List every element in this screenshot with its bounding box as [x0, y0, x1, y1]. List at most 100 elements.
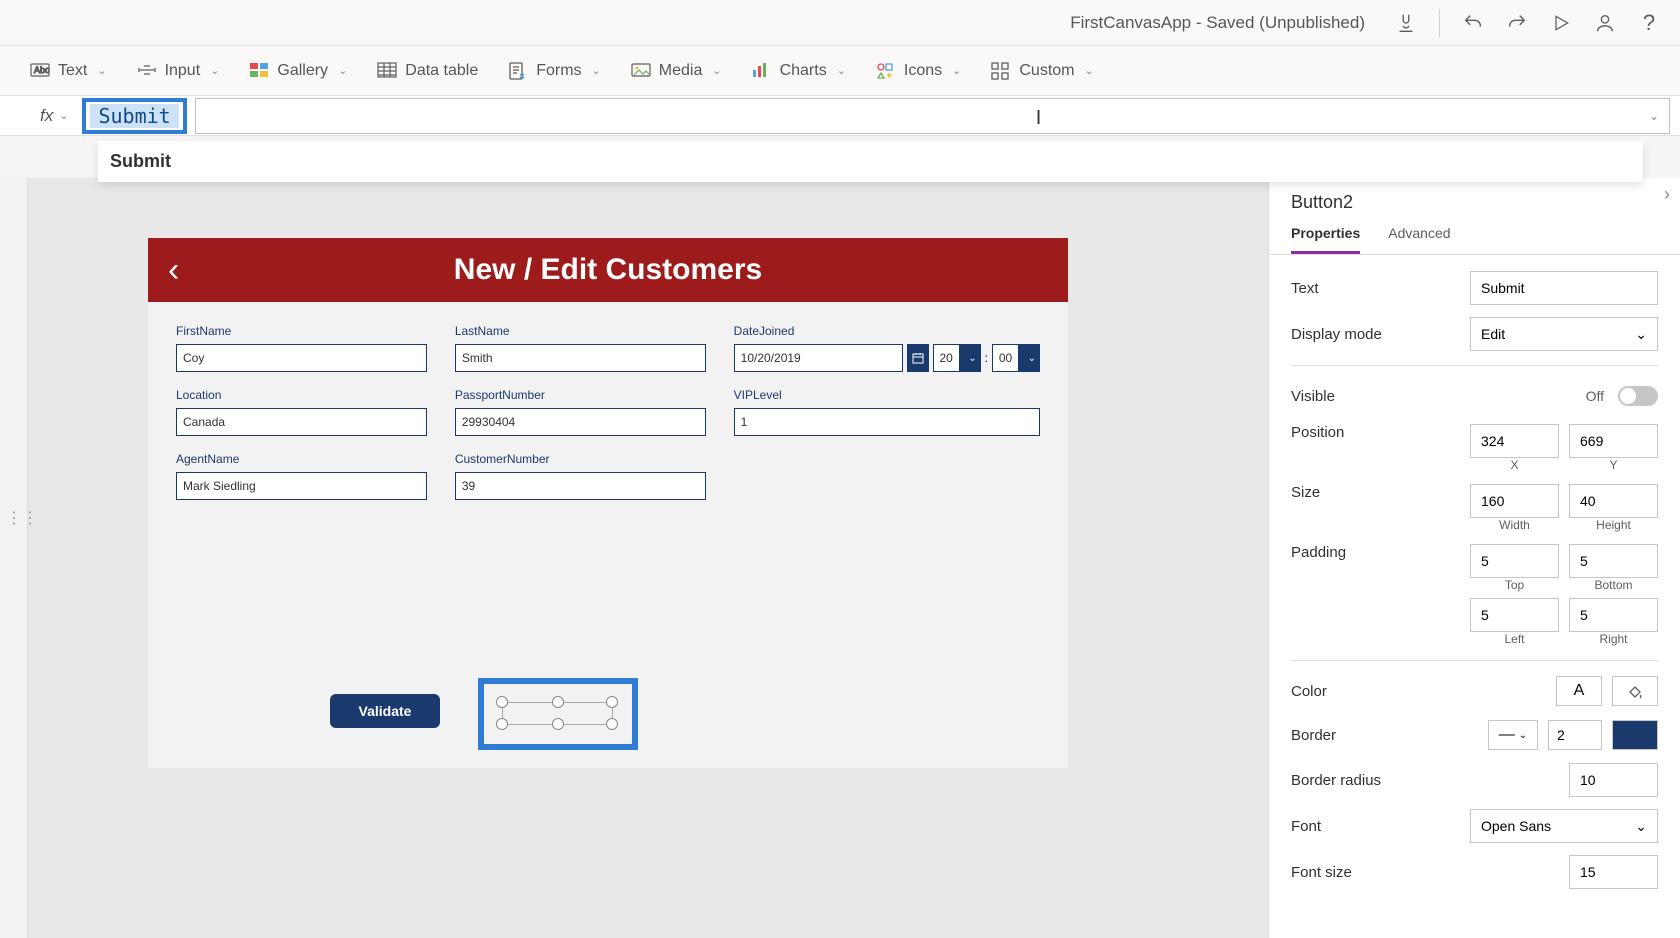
back-icon[interactable]: ‹ [168, 251, 179, 290]
prop-input-y[interactable] [1569, 424, 1658, 458]
ribbon-forms[interactable]: Forms⌄ [508, 62, 601, 80]
prop-input-text[interactable] [1470, 271, 1658, 305]
input-firstname[interactable] [176, 344, 427, 372]
prop-input-padright[interactable] [1569, 598, 1658, 632]
visible-state: Off [1586, 388, 1604, 404]
chevron-down-icon: ⌄ [97, 64, 106, 77]
calendar-icon[interactable] [907, 344, 929, 372]
ribbon-datatable[interactable]: Data table [377, 62, 478, 80]
fill-color-button[interactable] [1612, 676, 1658, 706]
insert-ribbon: Abc Text⌄ Input⌄ Gallery⌄ Data table For… [0, 46, 1680, 96]
datatable-icon [377, 62, 397, 80]
chevron-down-icon: ⌄ [837, 64, 846, 77]
fx-label[interactable]: fx [40, 106, 53, 126]
chevron-down-icon: ⌄ [952, 64, 961, 77]
minute-select[interactable]: 00⌄ [992, 344, 1040, 372]
screen-header: ‹ New / Edit Customers [148, 238, 1068, 302]
properties-panel: › Button2 Properties Advanced Text Displ… [1268, 178, 1680, 938]
formula-input[interactable]: I ⌄ [195, 98, 1670, 134]
prop-input-height[interactable] [1569, 484, 1658, 518]
prop-input-fontsize[interactable] [1569, 855, 1658, 889]
properties-list: Text Display mode Edit⌄ Visible Off Posi… [1269, 255, 1680, 938]
field-location: Location [176, 388, 427, 436]
tab-properties[interactable]: Properties [1291, 217, 1360, 254]
field-viplevel: VIPLevel [734, 388, 1040, 436]
prop-label-color: Color [1291, 683, 1556, 700]
input-icon [137, 62, 157, 80]
selection-handles[interactable] [498, 698, 618, 730]
ribbon-media[interactable]: Media⌄ [631, 62, 722, 80]
prop-input-width[interactable] [1470, 484, 1559, 518]
input-lastname[interactable] [455, 344, 706, 372]
label-viplevel: VIPLevel [734, 388, 1040, 402]
tab-advanced[interactable]: Advanced [1388, 217, 1450, 254]
prop-input-padleft[interactable] [1470, 598, 1559, 632]
formula-token[interactable]: Submit [90, 104, 178, 128]
input-datejoined[interactable] [734, 344, 903, 372]
chevron-down-icon: ⌄ [968, 353, 976, 364]
ribbon-input[interactable]: Input⌄ [137, 62, 220, 80]
border-width-input[interactable] [1548, 720, 1602, 750]
redo-icon[interactable] [1506, 12, 1528, 34]
app-title: FirstCanvasApp - Saved (Unpublished) [1070, 13, 1365, 33]
border-style-select[interactable]: — ⌄ [1488, 720, 1538, 750]
ribbon-text[interactable]: Abc Text⌄ [30, 62, 107, 80]
input-viplevel[interactable] [734, 408, 1040, 436]
prop-input-padtop[interactable] [1470, 544, 1559, 578]
prop-input-padbottom[interactable] [1569, 544, 1658, 578]
chevron-down-icon[interactable]: ⌄ [1649, 109, 1659, 123]
input-location[interactable] [176, 408, 427, 436]
chevron-down-icon[interactable]: ⌄ [59, 109, 68, 122]
input-passport[interactable] [455, 408, 706, 436]
prop-label-font: Font [1291, 818, 1470, 835]
chevron-down-icon: ⌄ [210, 64, 219, 77]
ribbon-gallery[interactable]: Gallery⌄ [249, 62, 347, 80]
app-screen: ‹ New / Edit Customers FirstName LastNam… [148, 238, 1068, 768]
svg-text:Abc: Abc [34, 65, 50, 75]
grip-icon[interactable]: ⋮⋮ [6, 508, 38, 528]
ribbon-custom[interactable]: Custom⌄ [991, 62, 1093, 80]
field-agent: AgentName [176, 452, 427, 500]
prop-label-visible: Visible [1291, 388, 1586, 405]
field-firstname: FirstName [176, 324, 427, 372]
custom-icon [991, 62, 1011, 80]
title-bar: FirstCanvasApp - Saved (Unpublished) ? [0, 0, 1680, 46]
title-bar-actions: ? [1395, 9, 1660, 37]
ribbon-icons[interactable]: Icons⌄ [876, 62, 961, 80]
formula-suggestion[interactable]: Submit [98, 141, 1643, 182]
undo-icon[interactable] [1462, 12, 1484, 34]
input-agent[interactable] [176, 472, 427, 500]
prop-label-text: Text [1291, 280, 1470, 297]
prop-select-displaymode[interactable]: Edit⌄ [1470, 317, 1658, 351]
help-icon[interactable]: ? [1638, 12, 1660, 34]
field-passport: PassportNumber [455, 388, 706, 436]
prop-input-borderradius[interactable] [1569, 763, 1658, 797]
ribbon-charts[interactable]: Charts⌄ [752, 62, 846, 80]
play-icon[interactable] [1550, 12, 1572, 34]
tree-view-rail[interactable]: ⋮⋮ [0, 178, 28, 938]
screen-title: New / Edit Customers [454, 253, 762, 287]
label-agent: AgentName [176, 452, 427, 466]
hour-select[interactable]: 20⌄ [933, 344, 981, 372]
chevron-down-icon: ⌄ [712, 64, 721, 77]
prop-label-borderradius: Border radius [1291, 772, 1569, 789]
field-custnum: CustomerNumber [455, 452, 706, 500]
prop-label-displaymode: Display mode [1291, 326, 1470, 343]
chevron-right-icon[interactable]: › [1664, 184, 1670, 205]
font-color-button[interactable]: A [1556, 676, 1602, 706]
app-checker-icon[interactable] [1395, 12, 1417, 34]
prop-select-font[interactable]: Open Sans⌄ [1470, 809, 1658, 843]
input-custnum[interactable] [455, 472, 706, 500]
share-icon[interactable] [1594, 12, 1616, 34]
text-icon: Abc [30, 62, 50, 80]
prop-label-position: Position [1291, 424, 1470, 441]
prop-input-x[interactable] [1470, 424, 1559, 458]
selected-button-control[interactable] [478, 678, 638, 750]
border-color-swatch[interactable] [1612, 720, 1658, 750]
visible-toggle[interactable] [1618, 386, 1658, 406]
label-lastname: LastName [455, 324, 706, 338]
chevron-down-icon: ⌄ [1635, 326, 1647, 343]
prop-label-border: Border [1291, 727, 1488, 744]
forms-icon [508, 62, 528, 80]
validate-button[interactable]: Validate [330, 694, 440, 728]
